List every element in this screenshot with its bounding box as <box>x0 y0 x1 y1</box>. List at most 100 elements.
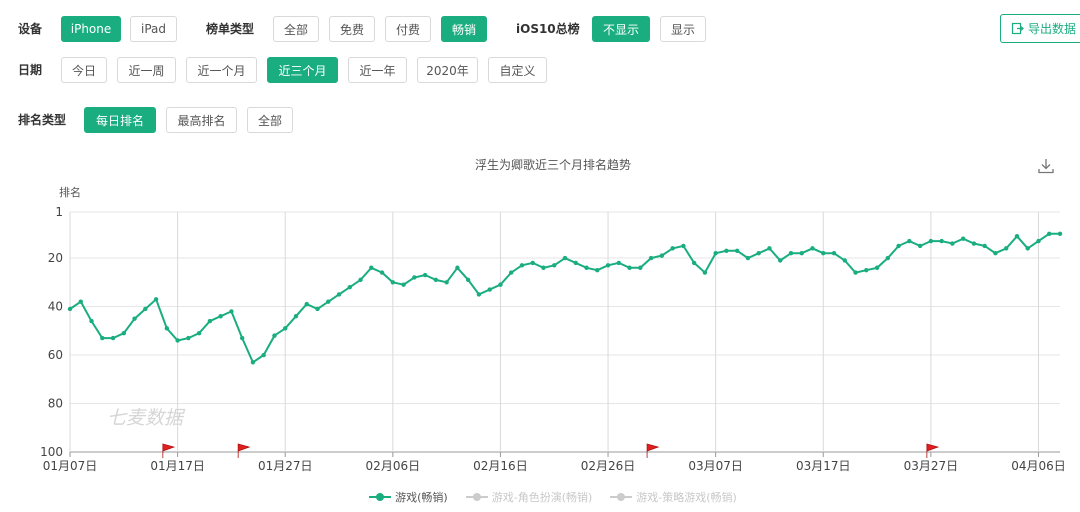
data-point <box>724 248 729 253</box>
date-year-button[interactable]: 近一年 <box>348 57 407 83</box>
data-point <box>1047 231 1052 237</box>
data-point <box>164 326 170 331</box>
rank-type-label: 排名类型 <box>18 113 67 127</box>
data-point <box>229 309 234 314</box>
y-tick-label: 100 <box>40 445 63 459</box>
date-label: 日期 <box>18 63 43 77</box>
date-today-button[interactable]: 今日 <box>61 57 107 83</box>
data-point <box>390 280 396 285</box>
data-point <box>960 236 966 241</box>
data-point <box>616 260 622 266</box>
data-point <box>293 314 299 319</box>
data-point <box>907 238 912 244</box>
data-point <box>1014 234 1020 239</box>
data-point <box>831 251 837 256</box>
data-point <box>1036 238 1041 244</box>
data-point <box>283 326 288 331</box>
download-icon[interactable] <box>1037 157 1055 175</box>
data-point <box>412 275 417 280</box>
data-point <box>659 253 665 258</box>
data-point <box>595 267 600 273</box>
x-tick-label: 02月06日 <box>366 459 421 473</box>
data-point <box>842 258 847 263</box>
data-point <box>143 306 148 312</box>
data-point <box>175 338 180 343</box>
device-iphone-button[interactable]: iPhone <box>61 16 121 42</box>
data-point <box>691 260 697 266</box>
x-tick-label: 04月06日 <box>1011 459 1066 473</box>
list-type-all-button[interactable]: 全部 <box>273 16 319 42</box>
date-2020-button[interactable]: 2020年 <box>417 57 478 83</box>
data-point <box>896 243 901 249</box>
data-point <box>917 243 923 249</box>
y-tick-label: 20 <box>48 251 63 265</box>
data-point <box>885 255 891 261</box>
data-point <box>67 306 73 312</box>
data-point <box>756 251 761 256</box>
ios10-show-button[interactable]: 显示 <box>660 16 706 42</box>
list-type-grossing-button[interactable]: 畅销 <box>441 16 487 42</box>
data-point <box>465 277 471 283</box>
y-tick-label: 80 <box>48 397 63 411</box>
data-point <box>627 265 632 270</box>
chart-legend: 游戏(畅销) 游戏-角色扮演(畅销) 游戏-策略游戏(畅销) <box>0 489 1080 505</box>
data-point <box>508 270 514 275</box>
list-type-paid-button[interactable]: 付费 <box>385 16 431 42</box>
y-tick-label: 1 <box>55 205 63 219</box>
data-point <box>778 258 783 263</box>
device-ipad-button[interactable]: iPad <box>130 16 177 42</box>
date-custom-button[interactable]: 自定义 <box>488 57 547 83</box>
data-point <box>821 251 826 256</box>
chart-title: 浮生为卿歌近三个月排名趋势 <box>474 158 631 172</box>
data-point <box>874 265 880 270</box>
data-point <box>498 282 503 287</box>
data-point <box>1025 246 1030 251</box>
data-point <box>422 272 428 278</box>
data-point <box>638 265 643 270</box>
export-data-button[interactable]: 导出数据 <box>1000 14 1080 43</box>
legend-item-games-grossing[interactable]: 游戏(畅销) <box>369 489 448 505</box>
data-point <box>552 263 557 268</box>
legend-label: 游戏(畅销) <box>395 491 448 504</box>
x-tick-label: 01月07日 <box>43 459 98 473</box>
data-point <box>132 316 137 321</box>
rank-daily-button[interactable]: 每日排名 <box>84 107 156 133</box>
data-point <box>369 265 374 270</box>
data-point <box>110 335 116 341</box>
data-point <box>573 260 578 266</box>
data-point <box>304 301 309 307</box>
date-month-button[interactable]: 近一个月 <box>186 57 257 83</box>
data-point <box>853 270 858 275</box>
data-point <box>100 335 105 341</box>
data-point <box>864 267 869 273</box>
legend-label: 游戏-策略游戏(畅销) <box>636 491 737 504</box>
data-point <box>562 255 568 261</box>
export-label: 导出数据 <box>1028 22 1077 36</box>
legend-item-rpg-grossing[interactable]: 游戏-角色扮演(畅销) <box>465 489 592 505</box>
list-type-free-button[interactable]: 免费 <box>329 16 375 42</box>
x-tick-label: 02月26日 <box>581 459 636 473</box>
data-point <box>433 277 439 283</box>
event-flag-icon <box>237 443 251 458</box>
data-point <box>379 270 385 275</box>
data-point <box>681 243 686 249</box>
data-point <box>1057 231 1063 237</box>
ios10-hide-button[interactable]: 不显示 <box>592 16 650 42</box>
data-point <box>939 238 944 244</box>
data-point <box>153 297 159 302</box>
data-point <box>810 246 815 251</box>
y-tick-label: 40 <box>48 300 63 314</box>
x-tick-label: 01月17日 <box>150 459 205 473</box>
legend-item-strategy-grossing[interactable]: 游戏-策略游戏(畅销) <box>610 489 737 505</box>
date-week-button[interactable]: 近一周 <box>117 57 176 83</box>
data-point <box>745 255 751 261</box>
rank-all-button[interactable]: 全部 <box>247 107 293 133</box>
legend-marker-icon <box>610 493 633 501</box>
data-point <box>326 299 331 304</box>
data-point <box>541 265 546 270</box>
y-tick-label: 60 <box>48 348 63 362</box>
date-three-months-button[interactable]: 近三个月 <box>267 57 338 83</box>
data-point <box>670 246 675 251</box>
data-point <box>950 241 955 246</box>
rank-highest-button[interactable]: 最高排名 <box>166 107 237 133</box>
